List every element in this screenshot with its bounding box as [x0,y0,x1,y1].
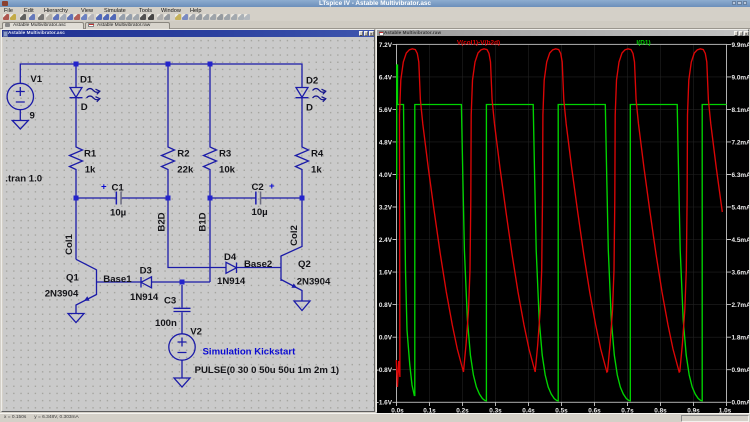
svg-text:R3: R3 [219,149,231,160]
svg-text:22k: 22k [177,165,194,176]
svg-text:Col1: Col1 [64,233,75,254]
svg-text:1N914: 1N914 [130,292,159,303]
svg-text:4.0V: 4.0V [379,172,393,179]
svg-text:D: D [81,102,88,113]
svg-text:C1: C1 [112,183,125,194]
svg-text:2N3904: 2N3904 [45,289,79,300]
svg-text:7.2V: 7.2V [379,42,393,49]
svg-text:9.9mA: 9.9mA [732,42,750,49]
svg-text:PULSE(0 30 0 50u 50u 1m 2m 1): PULSE(0 30 0 50u 50u 1m 2m 1) [195,365,340,376]
svg-text:R4: R4 [311,149,324,160]
svg-text:3.2V: 3.2V [379,204,393,211]
svg-text:.tran 1.0: .tran 1.0 [5,173,42,184]
svg-text:2.7mA: 2.7mA [732,302,750,309]
svg-text:B2D: B2D [157,212,168,231]
svg-text:10k: 10k [219,165,236,176]
svg-text:9: 9 [30,111,35,122]
svg-text:0.9mA: 0.9mA [732,367,750,374]
svg-text:D1: D1 [80,75,93,86]
svg-text:D2: D2 [306,76,318,87]
svg-text:100n: 100n [155,318,177,329]
svg-text:0.0V: 0.0V [379,335,393,342]
svg-text:10µ: 10µ [110,208,126,219]
svg-text:Simulation Kickstart: Simulation Kickstart [203,347,297,358]
svg-text:C3: C3 [164,296,176,307]
svg-text:0.8V: 0.8V [379,302,393,309]
svg-text:Base2: Base2 [244,259,272,270]
svg-text:6.4V: 6.4V [379,74,393,81]
svg-text:1k: 1k [85,165,96,176]
svg-text:2N3904: 2N3904 [297,277,331,288]
svg-text:3.6mA: 3.6mA [732,270,750,277]
svg-text:I(D1): I(D1) [636,39,650,46]
svg-text:4.8V: 4.8V [379,139,393,146]
svg-text:Q1: Q1 [66,273,79,284]
svg-text:-0.8V: -0.8V [377,367,393,374]
svg-text:D3: D3 [140,265,152,276]
svg-text:D4: D4 [224,252,237,263]
svg-text:-1.6V: -1.6V [377,400,393,407]
svg-text:1.6V: 1.6V [379,270,393,277]
svg-text:V2: V2 [190,327,202,338]
svg-text:4.5mA: 4.5mA [732,237,750,244]
svg-text:7.2mA: 7.2mA [732,139,750,146]
svg-text:0.0mA: 0.0mA [732,400,750,407]
svg-text:2.4V: 2.4V [379,237,393,244]
svg-text:10µ: 10µ [252,207,268,218]
svg-text:C2: C2 [252,182,264,193]
svg-text:B1D: B1D [198,212,209,231]
svg-text:D: D [306,103,313,114]
svg-text:8.1mA: 8.1mA [732,107,750,114]
svg-text:Base1: Base1 [103,274,132,285]
svg-text:5.4mA: 5.4mA [732,204,750,211]
svg-text:R2: R2 [177,149,189,160]
svg-text:+: + [269,181,275,192]
svg-text:+: + [101,182,107,193]
svg-text:V1: V1 [30,74,42,85]
svg-text:1k: 1k [311,165,322,176]
svg-text:1.8mA: 1.8mA [732,335,750,342]
svg-text:5.6V: 5.6V [379,107,393,114]
svg-text:1N914: 1N914 [217,276,246,287]
svg-text:Col2: Col2 [289,225,300,246]
svg-text:R1: R1 [84,149,97,160]
svg-text:V(col1)-V(b2d): V(col1)-V(b2d) [457,39,500,46]
svg-text:9.0mA: 9.0mA [732,74,750,81]
svg-text:6.3mA: 6.3mA [732,172,750,179]
svg-text:Q2: Q2 [298,259,311,270]
